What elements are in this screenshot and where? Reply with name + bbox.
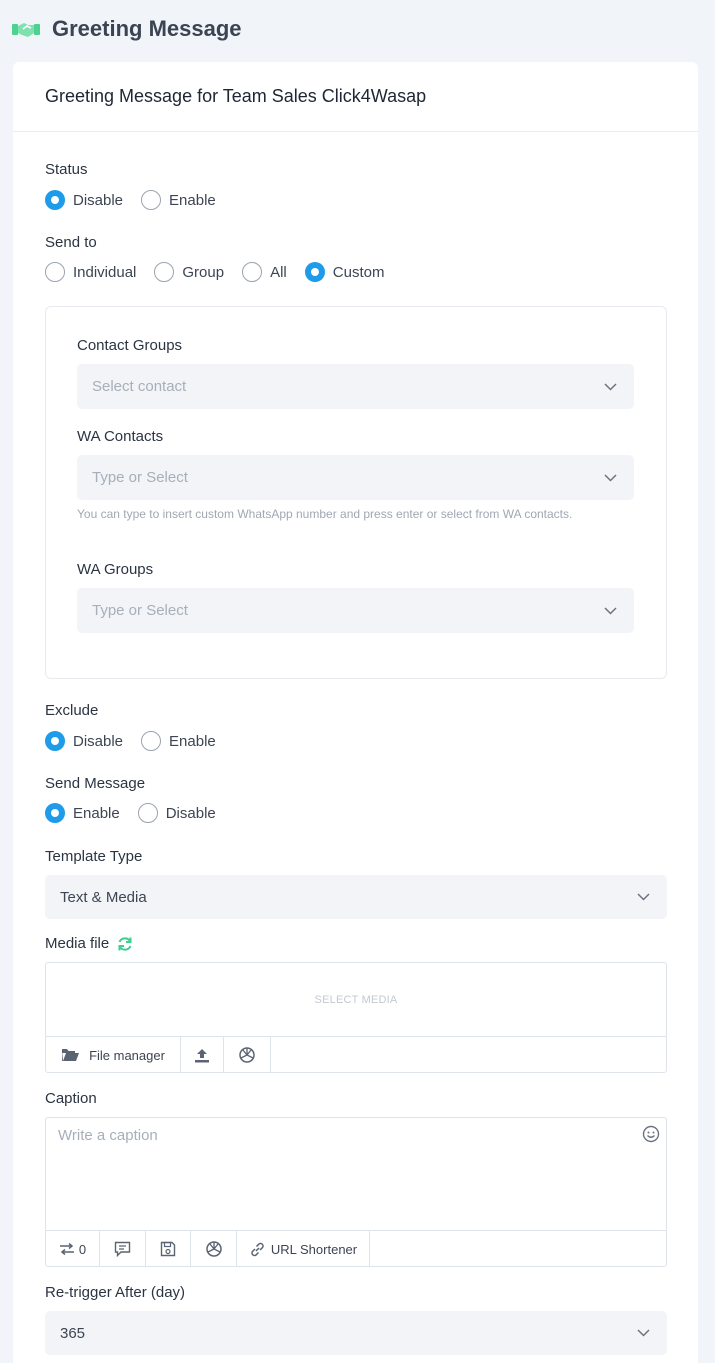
upload-button[interactable] bbox=[181, 1037, 224, 1073]
radio-label: Individual bbox=[73, 263, 137, 281]
radio-label: Disable bbox=[73, 732, 124, 750]
radio-indicator bbox=[45, 731, 65, 751]
openai-icon bbox=[205, 1240, 223, 1258]
select-placeholder: Type or Select bbox=[92, 469, 188, 486]
radio-label: Disable bbox=[165, 804, 216, 822]
select-placeholder: Select contact bbox=[92, 378, 187, 395]
exclude-enable-radio[interactable]: Enable bbox=[141, 731, 216, 751]
send-to-group-radio[interactable]: Group bbox=[154, 262, 224, 282]
radio-label: Enable bbox=[169, 191, 216, 209]
radio-label: All bbox=[270, 263, 287, 281]
retrigger-label: Re-trigger After (day) bbox=[45, 1284, 186, 1301]
radio-indicator bbox=[242, 262, 263, 282]
send-to-radio-group: Individual Group All Custom bbox=[45, 262, 402, 282]
shuffle-icon bbox=[59, 1243, 75, 1255]
ai-generate-button[interactable] bbox=[224, 1037, 271, 1073]
caption-box: 0 bbox=[45, 1117, 667, 1267]
send-message-radio-group: Enable Disable bbox=[45, 803, 234, 823]
radio-indicator bbox=[137, 803, 158, 823]
status-disable-radio[interactable]: Disable bbox=[45, 190, 123, 210]
radio-label: Custom bbox=[332, 263, 385, 281]
chevron-down-icon bbox=[637, 890, 651, 904]
send-to-label: Send to bbox=[45, 234, 97, 251]
radio-indicator bbox=[304, 262, 325, 282]
contact-groups-label: Contact Groups bbox=[77, 337, 183, 354]
select-media-area[interactable]: SELECT MEDIA bbox=[46, 963, 666, 1037]
exclude-label: Exclude bbox=[45, 702, 99, 719]
link-icon bbox=[249, 1241, 266, 1258]
send-to-custom-radio[interactable]: Custom bbox=[304, 262, 385, 282]
upload-icon bbox=[194, 1048, 210, 1063]
contact-groups-select[interactable]: Select contact bbox=[77, 364, 634, 409]
status-radio-group: Disable Enable bbox=[45, 190, 234, 210]
chevron-down-icon bbox=[604, 471, 618, 485]
template-type-label: Template Type bbox=[45, 848, 143, 865]
retrigger-select[interactable]: 365 bbox=[45, 1311, 667, 1355]
send-message-label: Send Message bbox=[45, 775, 146, 792]
openai-icon bbox=[238, 1046, 256, 1064]
template-type-select[interactable]: Text & Media bbox=[45, 875, 667, 919]
wa-contacts-help: You can type to insert custom WhatsApp n… bbox=[77, 507, 573, 521]
wa-contacts-select[interactable]: Type or Select bbox=[77, 455, 634, 500]
status-enable-radio[interactable]: Enable bbox=[141, 190, 216, 210]
url-shortener-button[interactable]: URL Shortener bbox=[237, 1231, 370, 1267]
select-media-text: SELECT MEDIA bbox=[314, 993, 398, 1006]
spintax-count: 0 bbox=[78, 1241, 87, 1257]
media-file-label: Media file bbox=[45, 935, 133, 952]
select-value: Text & Media bbox=[60, 888, 147, 906]
card-header: Greeting Message for Team Sales Click4Wa… bbox=[13, 62, 698, 132]
save-icon bbox=[160, 1241, 176, 1257]
radio-indicator bbox=[141, 731, 162, 751]
media-file-label-text: Media file bbox=[45, 935, 110, 952]
send-to-individual-radio[interactable]: Individual bbox=[45, 262, 136, 282]
save-template-button[interactable] bbox=[146, 1231, 191, 1267]
radio-indicator bbox=[45, 803, 65, 823]
wa-groups-select[interactable]: Type or Select bbox=[77, 588, 634, 633]
send-message-enable-radio[interactable]: Enable bbox=[45, 803, 120, 823]
exclude-disable-radio[interactable]: Disable bbox=[45, 731, 123, 751]
media-file-box: SELECT MEDIA File manager bbox=[45, 962, 667, 1073]
chevron-down-icon bbox=[604, 604, 618, 618]
status-label: Status bbox=[45, 161, 88, 178]
caption-toolbar: 0 URL Shortener bbox=[46, 1231, 666, 1267]
greeting-form-card: Greeting Message for Team Sales Click4Wa… bbox=[13, 62, 698, 1363]
file-manager-button[interactable]: File manager bbox=[46, 1037, 181, 1073]
radio-indicator bbox=[154, 262, 175, 282]
radio-label: Enable bbox=[73, 804, 120, 822]
radio-indicator bbox=[45, 190, 65, 210]
page-title: Greeting Message bbox=[52, 16, 242, 41]
wa-contacts-label: WA Contacts bbox=[77, 428, 164, 445]
send-to-all-radio[interactable]: All bbox=[242, 262, 287, 282]
card-title: Greeting Message for Team Sales Click4Wa… bbox=[45, 86, 427, 106]
file-manager-label: File manager bbox=[89, 1047, 165, 1063]
comment-icon bbox=[114, 1241, 131, 1257]
radio-label: Group bbox=[182, 263, 225, 281]
media-toolbar: File manager bbox=[46, 1037, 666, 1073]
exclude-radio-group: Disable Enable bbox=[45, 731, 234, 751]
wa-groups-label: WA Groups bbox=[77, 561, 154, 578]
select-placeholder: Type or Select bbox=[92, 602, 188, 619]
folder-open-icon bbox=[61, 1048, 80, 1062]
spintax-button[interactable]: 0 bbox=[46, 1231, 100, 1267]
send-message-disable-radio[interactable]: Disable bbox=[137, 803, 216, 823]
emoji-icon[interactable] bbox=[642, 1125, 660, 1143]
refresh-icon[interactable] bbox=[117, 936, 133, 952]
radio-indicator bbox=[141, 190, 162, 210]
radio-indicator bbox=[45, 262, 65, 282]
message-template-button[interactable] bbox=[100, 1231, 146, 1267]
select-value: 365 bbox=[60, 1324, 86, 1342]
page-header: Greeting Message bbox=[12, 14, 242, 44]
chevron-down-icon bbox=[604, 380, 618, 394]
radio-label: Enable bbox=[169, 732, 216, 750]
caption-label: Caption bbox=[45, 1090, 97, 1107]
caption-input[interactable] bbox=[46, 1118, 666, 1230]
radio-label: Disable bbox=[73, 191, 124, 209]
custom-recipients-panel: Contact Groups Select contact WA Contact… bbox=[45, 306, 667, 679]
ai-caption-button[interactable] bbox=[191, 1231, 237, 1267]
caption-area bbox=[46, 1118, 666, 1231]
chevron-down-icon bbox=[637, 1326, 651, 1340]
handshake-icon bbox=[12, 15, 40, 43]
url-shortener-label: URL Shortener bbox=[270, 1241, 358, 1257]
